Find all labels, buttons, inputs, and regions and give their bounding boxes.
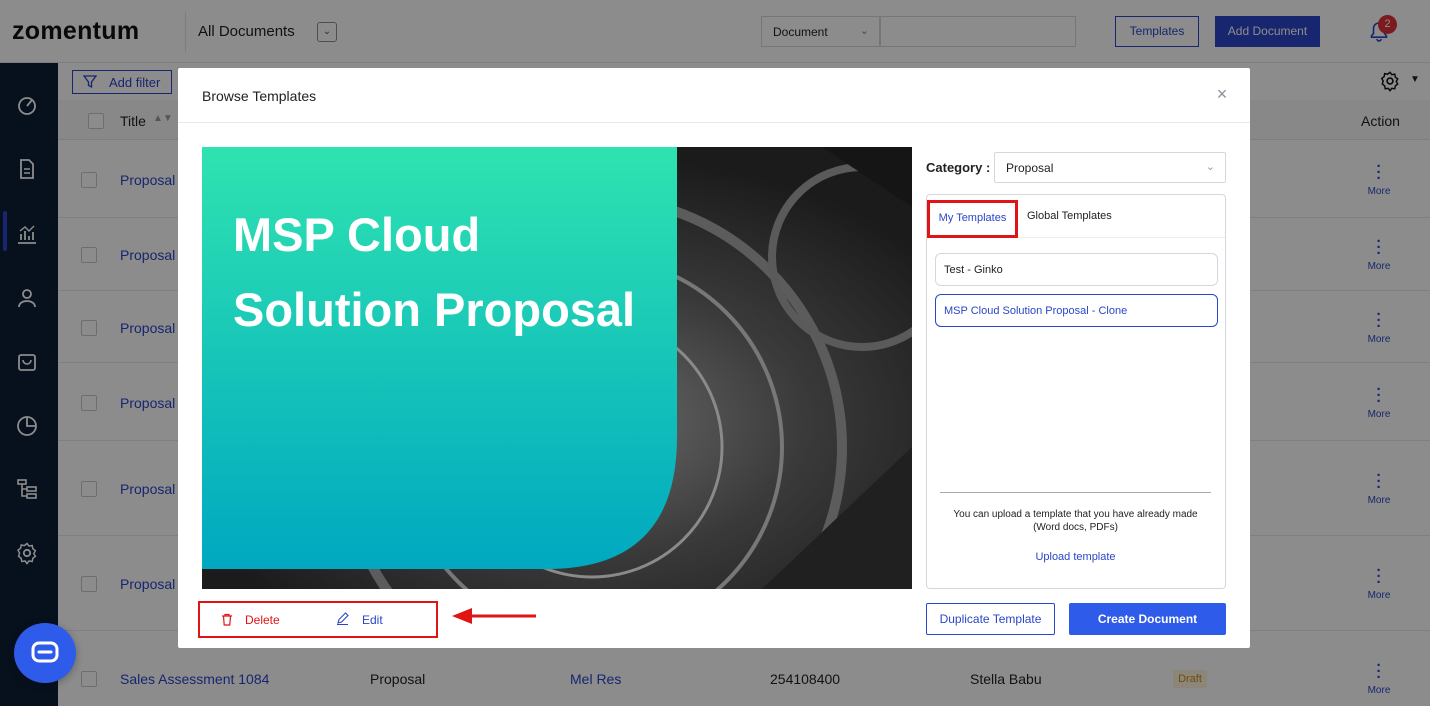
template-actions-highlight: Delete Edit [198,601,438,638]
preview-title: MSP Cloud Solution Proposal [233,208,636,336]
browse-templates-modal: Browse Templates × MSP Cloud Solution Pr… [178,68,1250,648]
template-item[interactable]: Test - Ginko [935,253,1218,286]
category-value: Proposal [1006,161,1054,175]
modal-header: Browse Templates × [178,68,1250,123]
edit-button[interactable]: Edit [362,613,383,627]
upload-divider [940,492,1211,493]
close-icon[interactable]: × [1214,85,1230,103]
delete-button[interactable]: Delete [245,613,280,627]
duplicate-template-button[interactable]: Duplicate Template [926,603,1055,635]
modal-title: Browse Templates [202,88,317,104]
category-label: Category : [926,160,991,175]
template-preview: MSP Cloud Solution Proposal [202,147,912,589]
upload-help-text: You can upload a template that you have … [953,509,1198,533]
upload-template-link[interactable]: Upload template [940,551,1211,563]
create-document-button[interactable]: Create Document [1069,603,1226,635]
template-item-selected[interactable]: MSP Cloud Solution Proposal - Clone [935,294,1218,327]
chevron-down-icon: ⌄ [1205,161,1215,173]
chat-launcher-button[interactable] [14,623,76,683]
templates-panel: My Templates Global Templates Test - Gin… [926,194,1226,589]
annotation-arrow [452,608,536,624]
chat-icon [31,641,59,663]
pencil-icon[interactable] [336,612,349,625]
tab-my-templates[interactable]: My Templates [927,200,1018,238]
trash-icon[interactable] [221,613,233,626]
category-select[interactable]: Proposal ⌄ [994,152,1226,183]
tab-global-templates[interactable]: Global Templates [1027,210,1112,222]
